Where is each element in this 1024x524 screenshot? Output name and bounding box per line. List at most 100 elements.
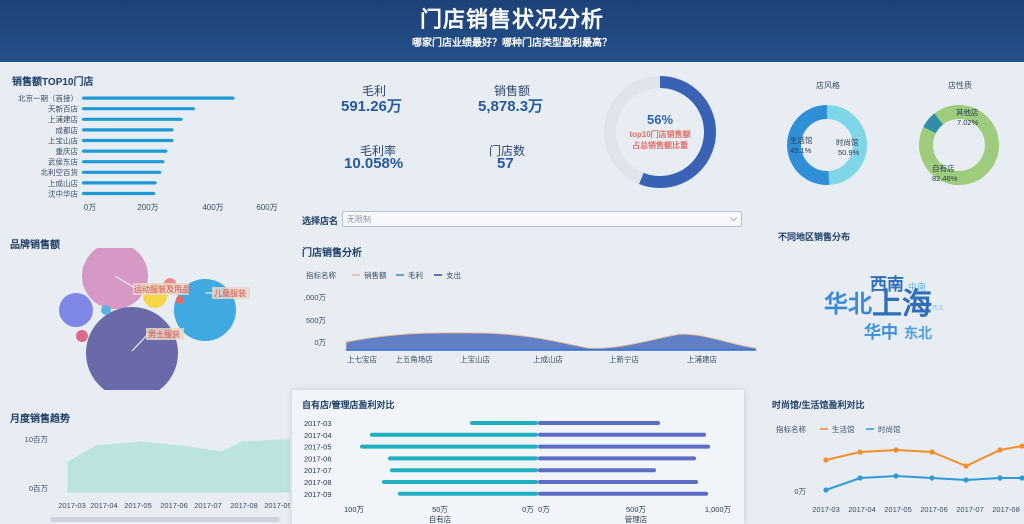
legend-item: 时尚馆	[878, 424, 901, 434]
donut-percent: 56%	[647, 112, 673, 127]
store-bar	[82, 149, 168, 153]
y-tick: 0万	[794, 487, 806, 496]
x-tick: 2017-05	[884, 505, 912, 514]
life-line-point	[857, 449, 863, 455]
x-tick: 上七宝店	[347, 354, 377, 364]
x-tick: 2017-08	[230, 501, 258, 510]
store-bar	[82, 117, 183, 121]
x-tick: 200万	[137, 203, 158, 212]
own-bar	[390, 468, 538, 473]
slice-pct: 49.1%	[790, 146, 812, 155]
brand-bubble-chart: 运动服装及用品 儿童服装 男士服装	[59, 248, 250, 390]
store-label: 上成山店	[48, 178, 78, 188]
fashion-line-point	[1019, 475, 1024, 481]
x-tick: 400万	[202, 203, 223, 212]
x-tick: 上宝山店	[460, 354, 490, 364]
word-northeast: 东北	[904, 325, 932, 341]
store-bar	[82, 170, 162, 174]
top10-share-donut: 56% top10门店销售额 占总销售额比重	[604, 76, 716, 188]
x-tick: 0万	[84, 203, 96, 212]
managed-bar	[538, 432, 706, 437]
monthly-scrollbar[interactable]	[50, 517, 280, 522]
word-central-china: 华中	[864, 322, 898, 342]
select-store-label: 选择店名	[302, 216, 339, 226]
donut-slice	[787, 105, 830, 185]
store-analysis-chart: 指标名称 销售额 毛利 支出 ,000万 500万 0万上七宝店 上五角场店 上宝山店 上成山店 上…	[304, 270, 757, 364]
slice-pct: 50.9%	[838, 148, 860, 157]
legend-item: 毛利	[408, 270, 423, 280]
x-tick: 2017-03	[58, 501, 86, 510]
x-tick: 2017-07	[194, 501, 222, 510]
page-title: 门店销售状况分析	[419, 7, 604, 32]
gross-profit-value: 591.26万	[341, 98, 402, 115]
store-bar	[82, 160, 165, 164]
life-line-point	[1019, 443, 1024, 449]
store-nature-title: 店性质	[948, 81, 972, 90]
x-tick: 2017-04	[90, 501, 118, 510]
month-label: 2017-06	[304, 454, 332, 463]
life-line	[825, 445, 1023, 468]
own-bar	[370, 432, 538, 437]
slice-pct: 7.02%	[957, 118, 979, 127]
y-tick: 0万	[314, 338, 326, 347]
own-bar	[398, 491, 538, 496]
store-label: 武侯东店	[48, 157, 78, 167]
own-bar	[470, 421, 538, 425]
store-count-value: 57	[497, 155, 514, 172]
y-tick: 500万	[306, 316, 327, 325]
month-label: 2017-04	[304, 431, 332, 440]
store-bar	[82, 138, 174, 143]
slice-label: 自有店	[932, 163, 955, 173]
store-label: 重庆店	[56, 146, 79, 156]
donut-caption-1: top10门店销售额	[629, 129, 690, 139]
legend-item: 支出	[446, 270, 461, 280]
legend-title: 指标名称	[306, 270, 336, 280]
legend-item: 生活馆	[832, 424, 855, 434]
store-bar	[82, 181, 157, 185]
legend-title: 指标名称	[776, 424, 806, 434]
fashion-vs-life-chart: 指标名称 生活馆 时尚馆 0万 2017-03 2017-04 2017-05 2017-06…	[776, 424, 1024, 514]
month-label: 2017-08	[304, 478, 332, 487]
chevron-down-icon: ⌵	[730, 213, 737, 223]
own-bar	[382, 480, 538, 484]
store-analysis-title: 门店销售分析	[302, 248, 362, 259]
life-line-point	[929, 449, 935, 455]
x-tick: 上新宁店	[609, 354, 639, 364]
month-label: 2017-05	[304, 443, 332, 452]
bubble-pink	[82, 248, 148, 309]
store-label: 上宝山店	[48, 135, 78, 145]
store-bar	[82, 96, 235, 100]
fashion-line-point	[963, 477, 969, 483]
sales-value: 5,878.3万	[478, 98, 544, 115]
fashion-line-point	[929, 475, 935, 481]
store-bar	[82, 107, 195, 111]
margin-value: 10.058%	[344, 155, 404, 172]
x-tick: 0万	[522, 505, 534, 514]
month-label: 2017-03	[304, 419, 332, 428]
x-tick: 2017-04	[848, 505, 876, 514]
x-tick: 上成山店	[533, 354, 563, 364]
donut-caption-2: 占总销售额比重	[632, 140, 688, 150]
x-tick: 100万	[344, 505, 365, 514]
month-label: 2017-07	[304, 466, 332, 475]
store-label: 成都店	[56, 125, 79, 135]
x-tick: 2017-06	[160, 501, 188, 510]
fashion-line-point	[823, 487, 829, 493]
store-select[interactable]: 无限制 ⌵	[342, 211, 742, 227]
brand-label-mens: 男士服装	[148, 329, 180, 339]
managed-bar	[538, 480, 698, 484]
slice-pct: 82.46%	[932, 174, 958, 183]
bubble-red-small	[176, 296, 184, 304]
life-line-point	[893, 447, 899, 453]
region-title: 不同地区销售分布	[778, 232, 851, 242]
store-bar	[82, 191, 156, 196]
managed-bar	[538, 491, 708, 496]
store-nature-donut: 其他店7.02% 自有店82.46%	[919, 105, 999, 185]
dashboard-header: 门店销售状况分析 哪家门店业绩最好？哪种门店类型盈利最高？	[0, 0, 1024, 62]
x-tick: 2017-03	[812, 505, 840, 514]
top10-title: 销售额TOP10门店	[12, 77, 94, 88]
managed-bar	[538, 421, 660, 425]
area-series	[345, 332, 757, 351]
store-label: 北京一期（首接）	[18, 93, 78, 103]
fashion-vs-life-title: 时尚馆/生活馆盈利对比	[772, 400, 865, 410]
